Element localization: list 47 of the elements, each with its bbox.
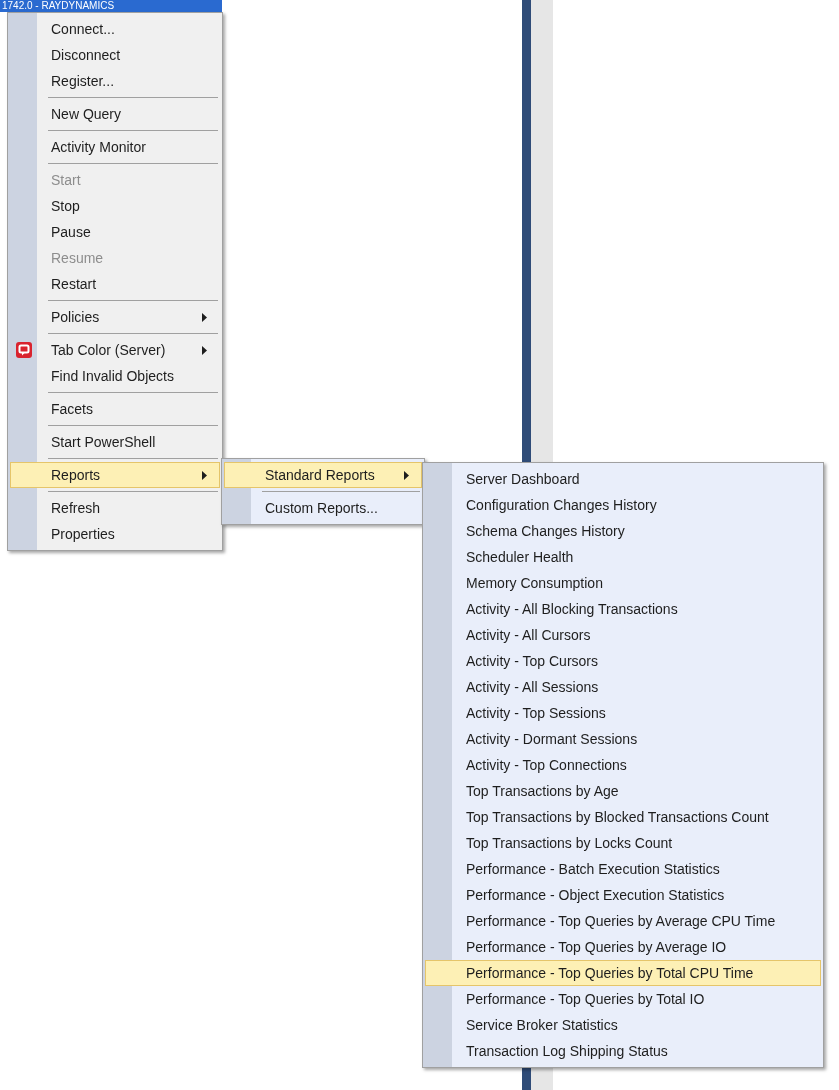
menu-item[interactable]: Performance - Object Execution Statistics (425, 882, 821, 908)
menu-item[interactable]: Standard Reports (224, 462, 422, 488)
menu-item[interactable]: New Query (10, 101, 220, 127)
menu-item[interactable]: Stop (10, 193, 220, 219)
menu-item[interactable]: Performance - Top Queries by Total IO (425, 986, 821, 1012)
menu-item[interactable]: Reports (10, 462, 220, 488)
menu-item[interactable]: Disconnect (10, 42, 220, 68)
menu-item[interactable]: Scheduler Health (425, 544, 821, 570)
menu-item[interactable]: Activity - Dormant Sessions (425, 726, 821, 752)
menu-item[interactable]: Configuration Changes History (425, 492, 821, 518)
menu-item[interactable]: Facets (10, 396, 220, 422)
menu-item[interactable]: Memory Consumption (425, 570, 821, 596)
menu-item[interactable]: Activity - Top Cursors (425, 648, 821, 674)
menu-item[interactable]: Performance - Top Queries by Average IO (425, 934, 821, 960)
tree-node[interactable]: 1742.0 - RAYDYNAMICS (0, 0, 222, 12)
menu-item[interactable]: Custom Reports... (224, 495, 422, 521)
menu-item[interactable]: Refresh (10, 495, 220, 521)
menu-item[interactable]: Activity - All Blocking Transactions (425, 596, 821, 622)
menu-item[interactable]: Performance - Top Queries by Total CPU Time (425, 960, 821, 986)
menu-item[interactable]: Find Invalid Objects (10, 363, 220, 389)
menu-item[interactable]: Top Transactions by Age (425, 778, 821, 804)
submenu-arrow-icon (202, 345, 207, 355)
menu-item[interactable]: Activity - All Cursors (425, 622, 821, 648)
menu-item[interactable]: Activity - All Sessions (425, 674, 821, 700)
menu-item[interactable]: Server Dashboard (425, 466, 821, 492)
submenu-arrow-icon (202, 470, 207, 480)
menu-item[interactable]: Activity - Top Connections (425, 752, 821, 778)
menu-item[interactable]: Performance - Top Queries by Average CPU Time (425, 908, 821, 934)
menu-item[interactable]: Top Transactions by Locks Count (425, 830, 821, 856)
menu-item[interactable]: Tab Color (Server) (10, 337, 220, 363)
menu-item[interactable]: Performance - Batch Execution Statistics (425, 856, 821, 882)
menu-item[interactable]: Register... (10, 68, 220, 94)
menu-item[interactable]: Top Transactions by Blocked Transactions Count (425, 804, 821, 830)
chat-bubble-icon (16, 342, 32, 358)
menu-item[interactable]: Service Broker Statistics (425, 1012, 821, 1038)
submenu-arrow-icon (202, 312, 207, 322)
menu-item[interactable]: Restart (10, 271, 220, 297)
menu-item[interactable]: Pause (10, 219, 220, 245)
menu-item[interactable]: Connect... (10, 16, 220, 42)
menu-item[interactable]: Schema Changes History (425, 518, 821, 544)
menu-item[interactable]: Activity - Top Sessions (425, 700, 821, 726)
menu-item[interactable]: Properties (10, 521, 220, 547)
submenu-arrow-icon (404, 470, 409, 480)
menu-item[interactable]: Activity Monitor (10, 134, 220, 160)
menu-item[interactable]: Transaction Log Shipping Status (425, 1038, 821, 1064)
menu-item[interactable]: Policies (10, 304, 220, 330)
menu-item[interactable]: Start PowerShell (10, 429, 220, 455)
